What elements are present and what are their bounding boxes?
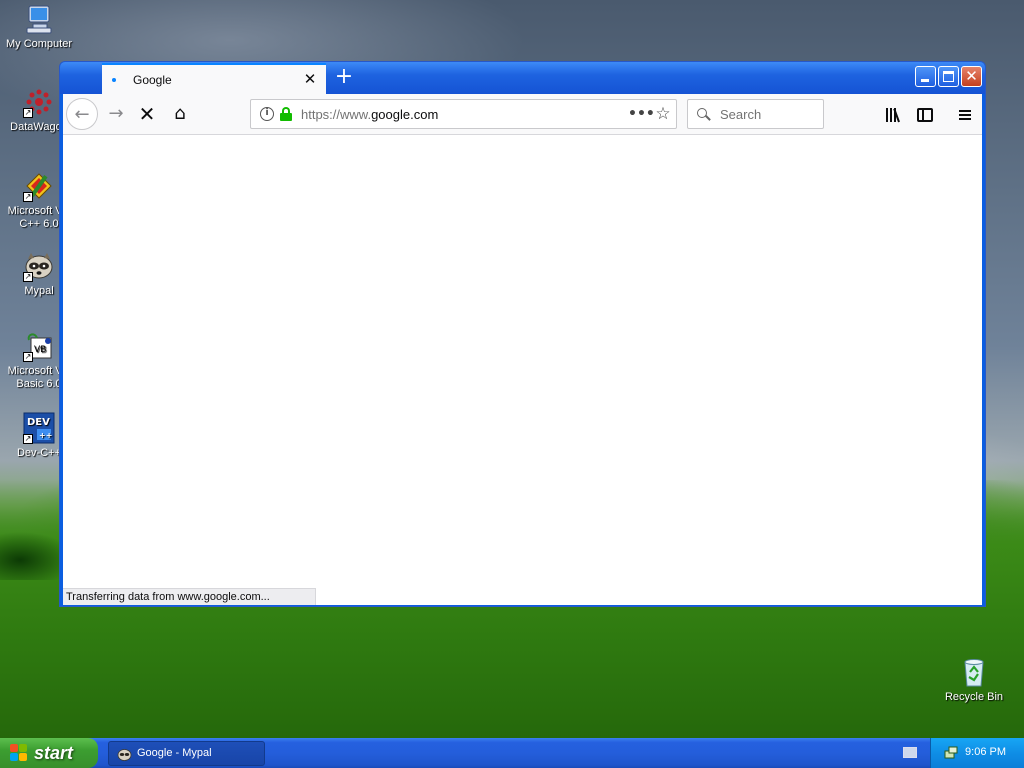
arrow-left-icon: ←: [74, 104, 90, 125]
shortcut-arrow-icon: ↗: [23, 272, 33, 282]
title-bar[interactable]: Google ✕ + ✕: [60, 62, 985, 94]
mypal-icon: ↗: [23, 250, 55, 282]
shortcut-arrow-icon: ↗: [23, 434, 33, 444]
svg-text:DEV: DEV: [27, 417, 50, 428]
home-button[interactable]: ⌂: [164, 98, 196, 130]
desktop-icon-recycle-bin[interactable]: Recycle Bin: [935, 656, 1013, 704]
page-actions-icon[interactable]: •••: [628, 106, 655, 122]
stop-button[interactable]: ✕: [131, 98, 163, 130]
tab-google[interactable]: Google ✕: [102, 63, 326, 94]
forward-button[interactable]: →: [100, 98, 132, 130]
close-icon: ✕: [965, 67, 978, 85]
sidebar-button[interactable]: [910, 98, 940, 130]
windows-logo-icon: [10, 744, 28, 762]
mypal-icon: [117, 747, 132, 761]
shortcut-arrow-icon: ↗: [23, 108, 33, 118]
clock[interactable]: 9:06 PM: [965, 746, 1006, 758]
search-icon: [697, 107, 711, 121]
my-computer-icon: [23, 3, 55, 35]
new-tab-button[interactable]: +: [332, 66, 356, 90]
system-tray: 9:06 PM: [930, 738, 1024, 768]
desktop-icon-label: My Computer: [5, 38, 73, 50]
close-window-button[interactable]: ✕: [961, 66, 982, 87]
home-icon: ⌂: [174, 103, 186, 124]
arrow-right-icon: →: [108, 103, 124, 124]
browser-window: Google ✕ + ✕ ← → ✕ ⌂ i https://www.googl…: [59, 61, 986, 607]
desktop-icon-label: Recycle Bin: [944, 691, 1004, 703]
svg-text:VB: VB: [34, 345, 46, 355]
url-text[interactable]: https://www.google.com: [301, 107, 628, 122]
hamburger-icon: [959, 108, 971, 122]
maximize-icon: [943, 71, 954, 82]
taskbar: start Google - Mypal 9:06 PM: [0, 738, 1024, 768]
url-bar[interactable]: i https://www.google.com ••• ☆: [250, 99, 677, 129]
bookmark-star-icon[interactable]: ☆: [650, 104, 676, 124]
page-content[interactable]: Transferring data from www.google.com...: [63, 135, 982, 605]
maximize-button[interactable]: [938, 66, 959, 87]
navigation-toolbar: ← → ✕ ⌂ i https://www.google.com ••• ☆ S…: [63, 94, 982, 135]
datawagon-icon: ↗: [23, 86, 55, 118]
taskbar-item-label: Google - Mypal: [137, 747, 212, 759]
library-icon: [885, 107, 901, 122]
dev-cpp-icon: DEV ++ ↗: [23, 412, 55, 444]
tab-title: Google: [133, 72, 172, 87]
tab-loading-icon: [112, 77, 116, 82]
back-button[interactable]: ←: [66, 98, 98, 130]
menu-button[interactable]: [950, 98, 980, 130]
minimize-button[interactable]: [915, 66, 936, 87]
site-info-icon[interactable]: i: [260, 107, 274, 121]
minimize-icon: [921, 79, 929, 82]
svg-text:++: ++: [39, 431, 52, 440]
stop-icon: ✕: [138, 102, 156, 126]
url-domain: google.com: [371, 106, 439, 122]
search-input[interactable]: Search: [687, 99, 824, 129]
status-bar: Transferring data from www.google.com...: [63, 588, 316, 605]
visual-basic-icon: VB ↗: [23, 330, 55, 362]
taskbar-item-mypal[interactable]: Google - Mypal: [108, 741, 265, 766]
shortcut-arrow-icon: ↗: [23, 192, 33, 202]
shortcut-arrow-icon: ↗: [23, 352, 33, 362]
keyboard-icon[interactable]: [903, 747, 917, 758]
visual-cpp-icon: ↗: [23, 170, 55, 202]
sidebar-icon: [917, 107, 933, 122]
start-button[interactable]: start: [0, 738, 98, 768]
tab-close-icon[interactable]: ✕: [302, 71, 318, 87]
library-button[interactable]: [878, 98, 908, 130]
start-label: start: [34, 743, 74, 763]
desktop-icon-my-computer[interactable]: My Computer: [0, 3, 78, 51]
url-prefix: https://www.: [301, 106, 372, 122]
recycle-bin-icon: [958, 656, 990, 688]
lock-icon: [280, 107, 292, 121]
search-placeholder: Search: [720, 106, 762, 122]
network-icon[interactable]: [943, 745, 959, 761]
